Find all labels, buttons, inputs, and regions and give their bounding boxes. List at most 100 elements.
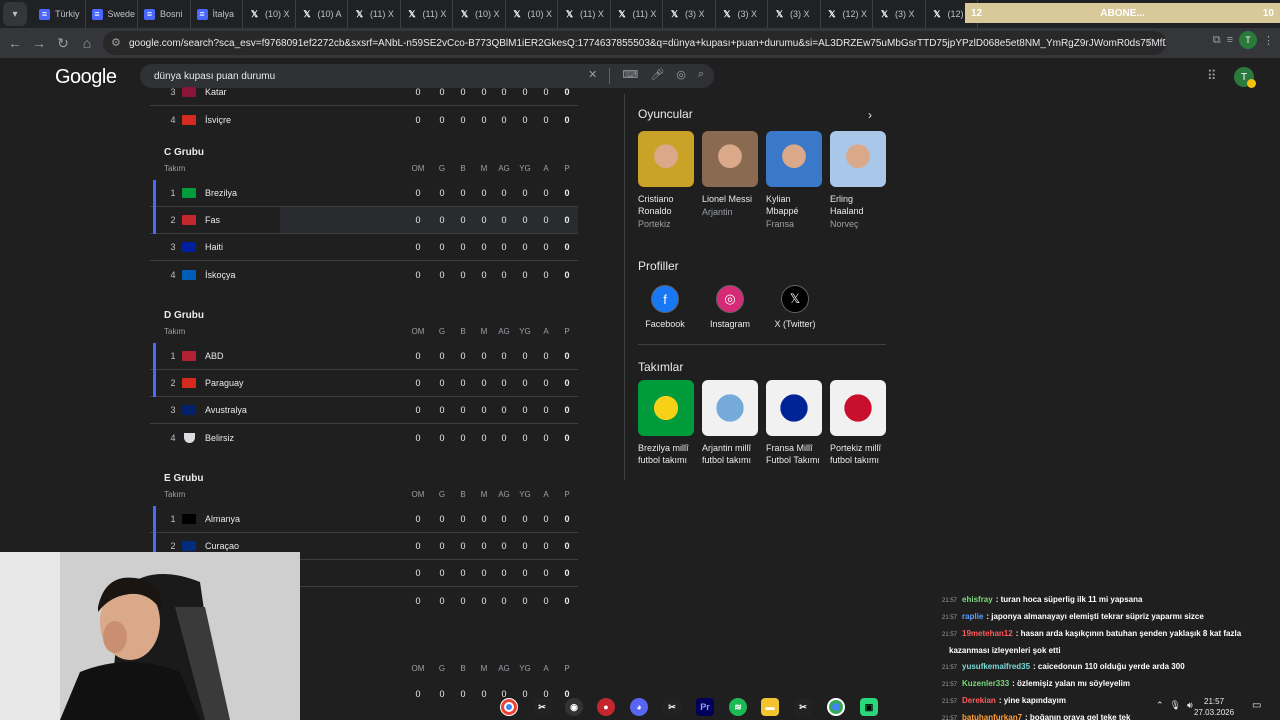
discord-icon[interactable]: ◕ [630, 698, 648, 716]
tab-label: Bosni [160, 9, 183, 19]
player-card[interactable]: Erling Haaland Norveç [830, 131, 888, 229]
table-row[interactable]: 4 İskoçya 0 0 0 0 0 0 0 0 [150, 261, 578, 288]
reload-icon[interactable]: ↻ [51, 31, 75, 55]
team-name[interactable]: ABD [205, 351, 224, 361]
player-card[interactable]: Lionel Messi Arjantin [702, 131, 760, 217]
back-arrow-icon[interactable]: ← [3, 31, 27, 55]
table-row[interactable]: 3 Avustralya 0 0 0 0 0 0 0 0 [150, 397, 578, 424]
browser-tab[interactable]: 𝕏 (12) X [821, 0, 873, 28]
microphone-tray-icon[interactable]: 🎙︎ [1170, 700, 1181, 711]
capcut-icon-2[interactable]: ✂ [663, 698, 681, 716]
chrome-icon[interactable] [500, 698, 518, 716]
panel-divider [624, 94, 625, 480]
file-explorer-icon[interactable]: ▬ [761, 698, 779, 716]
microphone-icon[interactable]: 🎤︎ [650, 68, 664, 84]
browser-tab[interactable]: 𝕏 (3) X [716, 0, 768, 28]
column-header: YG [519, 490, 531, 499]
forward-arrow-icon[interactable]: → [27, 31, 51, 55]
app-icon[interactable]: ▣ [860, 698, 878, 716]
premiere-icon[interactable]: Pr [696, 698, 714, 716]
browser-tab[interactable]: ≡ İtalya [191, 0, 243, 28]
tray-chevron-icon[interactable]: ⌃ [1156, 700, 1164, 711]
browser-tab[interactable]: 𝕏 (3) X [873, 0, 926, 28]
table-row[interactable]: 4 İsviçre 0 0 0 0 0 0 0 0 [150, 106, 578, 133]
player-card[interactable]: Kylian Mbappé Fransa [766, 131, 824, 229]
team-name[interactable]: Almanya [205, 514, 240, 524]
capcut-icon-3[interactable]: ✂ [794, 698, 812, 716]
table-row[interactable]: 4 Belirsiz 0 0 0 0 0 0 0 0 [150, 424, 578, 451]
search-icon[interactable]: ⌕ [698, 68, 704, 84]
table-row[interactable]: 3 Katar 0 0 0 0 0 0 0 0 [150, 84, 578, 106]
team-name[interactable]: Fas [205, 215, 220, 225]
more-menu-icon[interactable]: ⋮ [1263, 34, 1274, 47]
table-row[interactable]: 2 Paraguay 0 0 0 0 0 0 0 0 [150, 370, 578, 397]
column-header: YG [519, 164, 531, 173]
stat-m: 0 [481, 514, 487, 524]
team-name[interactable]: İsviçre [205, 115, 231, 125]
address-bar[interactable]: ⚙ google.com/search?sca_esv=f9768091ef22… [103, 31, 1166, 55]
browser-tab[interactable]: 𝕏 (11) X [348, 0, 401, 28]
browser-tab[interactable]: 𝕏 (11) X [401, 0, 453, 28]
stat-m: 0 [481, 87, 487, 97]
table-row[interactable]: 1 Brezilya 0 0 0 0 0 0 0 0 [150, 180, 578, 207]
browser-tab[interactable]: 𝕏 (3) X [768, 0, 821, 28]
team-card[interactable]: Brezilya millî futbol takımı [638, 380, 696, 466]
stat-b: 0 [460, 351, 466, 361]
browser-tab[interactable]: ≡ Türkiy [33, 0, 86, 28]
google-apps-icon[interactable]: ⠿ [1207, 68, 1217, 84]
browser-tab[interactable]: 𝕏 (3) X [663, 0, 716, 28]
recorder-icon[interactable]: ● [597, 698, 615, 716]
browser-tab[interactable]: 𝕏 (11) X [558, 0, 611, 28]
table-row[interactable]: 1 ABD 0 0 0 0 0 0 0 0 [150, 343, 578, 370]
browser-tab[interactable]: 𝕏 (10) X [453, 0, 506, 28]
team-name[interactable]: Curaçao [205, 541, 239, 551]
table-row[interactable]: 2 Fas 0 0 0 0 0 0 0 0 [150, 207, 578, 234]
profile-link[interactable]: 𝕏 X (Twitter) [765, 285, 825, 329]
chevron-right-icon[interactable]: › [868, 108, 872, 122]
tab-search-chevron-icon[interactable]: ▾ [3, 2, 27, 26]
browser-tab[interactable]: ≡ Bosni [138, 0, 191, 28]
browser-tab[interactable]: 𝕏 (10) X [506, 0, 558, 28]
team-name[interactable]: Haiti [205, 242, 223, 252]
column-header: B [460, 327, 466, 336]
team-name[interactable]: Paraguay [205, 378, 244, 388]
lens-icon[interactable]: ◎ [676, 68, 686, 84]
team-card[interactable]: Portekiz millî futbol takımı [830, 380, 888, 466]
capcut-icon[interactable]: ✂ [533, 698, 551, 716]
home-icon[interactable]: ⌂ [75, 31, 99, 55]
team-card[interactable]: Arjantin millî futbol takımı [702, 380, 760, 466]
notification-icon[interactable]: ▭ [1252, 700, 1261, 711]
profile-link[interactable]: f Facebook [635, 285, 695, 329]
table-row[interactable]: 3 Haiti 0 0 0 0 0 0 0 0 [150, 234, 578, 261]
browser-tab[interactable]: 𝕏 (10) A [296, 0, 348, 28]
players-title[interactable]: Oyuncular [638, 107, 693, 121]
profile-link[interactable]: ◎ Instagram [700, 285, 760, 329]
clear-icon[interactable]: ✕ [588, 68, 597, 84]
stat-p: 0 [564, 568, 570, 578]
obs-icon[interactable]: ◉ [565, 698, 583, 716]
extensions-icon[interactable]: ⧉ [1213, 34, 1221, 47]
browser-profile-avatar[interactable]: T [1239, 31, 1257, 49]
google-logo[interactable]: Google [55, 66, 117, 89]
player-name: Lionel Messi [702, 194, 753, 204]
taskbar-clock[interactable]: 21:57 27.03.2026 [1194, 696, 1234, 718]
browser-tab[interactable]: ≡ Swede [86, 0, 138, 28]
spotify-icon[interactable]: ≋ [729, 698, 747, 716]
team-card[interactable]: Fransa Millî Futbol Takımı [766, 380, 824, 466]
browser-tab[interactable]: 𝕏 (10) X [243, 0, 296, 28]
rank-cell: 2 [170, 215, 176, 225]
volume-icon[interactable]: 🔊︎ [1187, 700, 1193, 711]
chrome-icon-2[interactable] [827, 698, 845, 716]
table-row[interactable]: 1 Almanya 0 0 0 0 0 0 0 0 [150, 506, 578, 533]
browser-tab[interactable]: 𝕏 (11) X [611, 0, 663, 28]
team-name[interactable]: Katar [205, 87, 227, 97]
team-name[interactable]: Brezilya [205, 188, 237, 198]
player-card[interactable]: Cristiano Ronaldo Portekiz [638, 131, 696, 229]
team-name[interactable]: Belirsiz [205, 433, 234, 443]
team-name[interactable]: Avustralya [205, 405, 247, 415]
site-info-icon[interactable]: ⚙ [111, 36, 121, 49]
reading-list-icon[interactable]: ≡ [1227, 34, 1233, 46]
bookmark-star-icon[interactable]: ☆ [1145, 35, 1156, 49]
keyboard-icon[interactable]: ⌨ [622, 68, 638, 84]
team-name[interactable]: İskoçya [205, 270, 236, 280]
